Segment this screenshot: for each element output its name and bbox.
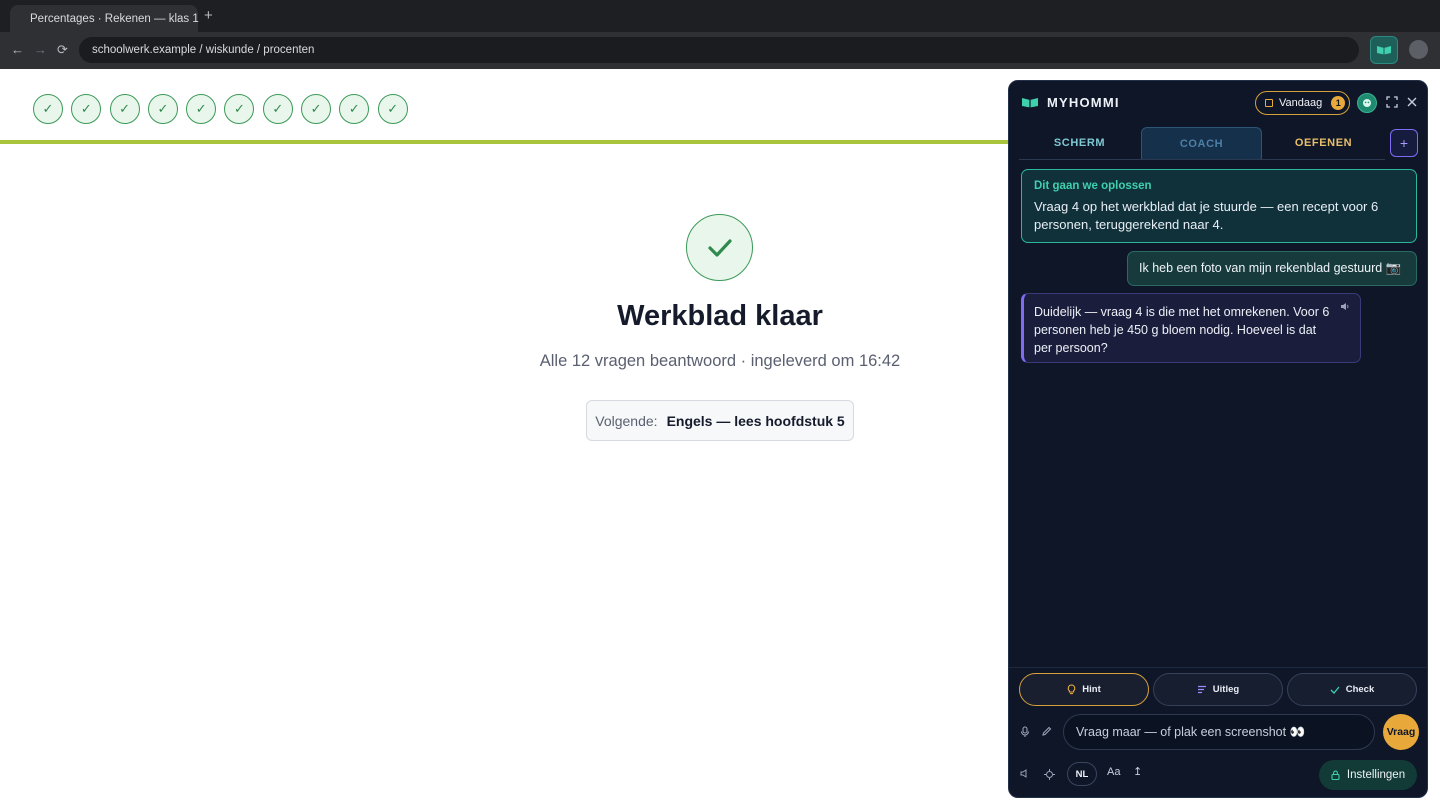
lock-icon xyxy=(1331,770,1340,780)
upload-button[interactable]: ↥ xyxy=(1133,765,1142,778)
browser-tab[interactable]: Percentages · Rekenen — klas 1 xyxy=(10,5,199,32)
forward-button[interactable]: → xyxy=(34,42,47,58)
check-label: Check xyxy=(1345,684,1375,695)
open-book-icon xyxy=(1022,98,1038,108)
address-url: schoolwerk.example / wiskunde / procente… xyxy=(92,44,315,56)
calendar-icon xyxy=(1265,99,1273,107)
footer-divider xyxy=(1009,667,1427,668)
check-button[interactable]: Check xyxy=(1287,673,1417,706)
profile-avatar[interactable] xyxy=(1409,40,1428,59)
progress-step-done: ✓ xyxy=(109,94,140,124)
hint-label: Hint xyxy=(1082,684,1101,695)
tab-oefenen[interactable]: OEFENEN xyxy=(1263,127,1384,159)
extension-button[interactable] xyxy=(1370,36,1398,64)
user-message: Ik heb een foto van mijn rekenblad gestu… xyxy=(1127,251,1417,286)
today-count-badge: 1 xyxy=(1331,96,1346,110)
hint-button[interactable]: Hint xyxy=(1019,673,1149,706)
uitleg-label: Uitleg xyxy=(1212,684,1240,695)
lightbulb-icon xyxy=(1067,684,1076,695)
progress-step-done: ✓ xyxy=(377,94,408,124)
task-card-title: Dit gaan we oplossen xyxy=(1034,180,1152,192)
speaker-icon[interactable] xyxy=(1340,302,1350,311)
open-book-icon xyxy=(1377,46,1391,55)
progress-step-done: ✓ xyxy=(224,94,255,124)
browser-tabbar: Percentages · Rekenen — klas 1 + xyxy=(0,0,1440,32)
myhommi-panel: MYHOMMI Vandaag 1 SCHERM COACH OEFENEN +… xyxy=(1008,80,1428,798)
tab-scherm[interactable]: SCHERM xyxy=(1019,127,1140,159)
mascot-face-icon xyxy=(1363,99,1371,107)
crosshair-icon[interactable] xyxy=(1044,769,1055,780)
progress-step-done: ✓ xyxy=(339,94,370,124)
font-size-button[interactable]: Aa xyxy=(1107,766,1120,778)
browser-navbar: ← → ⟳ schoolwerk.example / wiskunde / pr… xyxy=(0,32,1440,69)
brand-name: MYHOMMI xyxy=(1047,95,1120,110)
next-label: Volgende: xyxy=(595,412,658,429)
progress-step-done: ✓ xyxy=(33,94,63,124)
today-button[interactable]: Vandaag 1 xyxy=(1255,91,1350,115)
coach-message: Duidelijk — vraag 4 is die met het omrek… xyxy=(1021,293,1361,363)
settings-label: Instellingen xyxy=(1346,769,1406,781)
progress-step-done: ✓ xyxy=(186,94,217,124)
tab-title: Percentages · Rekenen — klas 1 xyxy=(30,12,199,25)
question-input[interactable]: Vraag maar — of plak een screenshot 👀 xyxy=(1063,714,1375,750)
address-bar[interactable]: schoolwerk.example / wiskunde / procente… xyxy=(79,37,1359,63)
back-button[interactable]: ← xyxy=(11,42,24,58)
progress-step-done: ✓ xyxy=(262,94,293,124)
volume-icon[interactable] xyxy=(1020,769,1029,778)
mascot-avatar[interactable] xyxy=(1357,93,1377,113)
task-card-text: Vraag 4 op het werkblad dat je stuurde —… xyxy=(1034,199,1379,232)
page-subtitle: Alle 12 vragen beantwoord · ingeleverd o… xyxy=(539,352,901,370)
checkmark-icon xyxy=(1330,686,1340,694)
progress-step-done: ✓ xyxy=(71,94,102,124)
next-assignment-box[interactable]: Volgende: Engels — lees hoofdstuk 5 xyxy=(586,400,854,441)
panel-header: MYHOMMI Vandaag 1 xyxy=(1009,81,1427,125)
today-label: Vandaag xyxy=(1279,97,1323,109)
ask-button[interactable]: Vraag xyxy=(1383,714,1419,750)
page-title: Werkblad klaar xyxy=(617,300,823,332)
tab-divider xyxy=(1019,159,1385,160)
uitleg-button[interactable]: Uitleg xyxy=(1153,673,1283,706)
expand-icon[interactable] xyxy=(1386,96,1398,108)
reload-button[interactable]: ⟳ xyxy=(57,42,68,58)
progress-line xyxy=(0,140,1010,144)
pencil-icon[interactable] xyxy=(1041,726,1052,737)
coach-message-text: Duidelijk — vraag 4 is die met het omrek… xyxy=(1034,305,1330,355)
progress-step-done: ✓ xyxy=(301,94,332,124)
tab-coach[interactable]: COACH xyxy=(1141,127,1262,159)
lines-icon xyxy=(1197,685,1206,694)
progress-step-done: ✓ xyxy=(147,94,178,124)
settings-button[interactable]: Instellingen xyxy=(1319,760,1417,790)
close-icon[interactable] xyxy=(1406,96,1418,108)
language-button[interactable]: NL xyxy=(1067,762,1097,786)
next-assignment-link: Engels — lees hoofdstuk 5 xyxy=(666,412,845,429)
add-tab-button[interactable]: + xyxy=(1390,129,1418,157)
task-card: Dit gaan we oplossen Vraag 4 op het werk… xyxy=(1021,169,1417,243)
progress-indicators: ✓ ✓ ✓ ✓ ✓ ✓ ✓ ✓ ✓ ✓ xyxy=(33,94,408,124)
new-tab-button[interactable]: + xyxy=(204,8,213,23)
panel-tabs: SCHERM COACH OEFENEN + xyxy=(1009,125,1427,159)
microphone-icon[interactable] xyxy=(1020,726,1030,738)
done-check-icon xyxy=(686,214,753,281)
